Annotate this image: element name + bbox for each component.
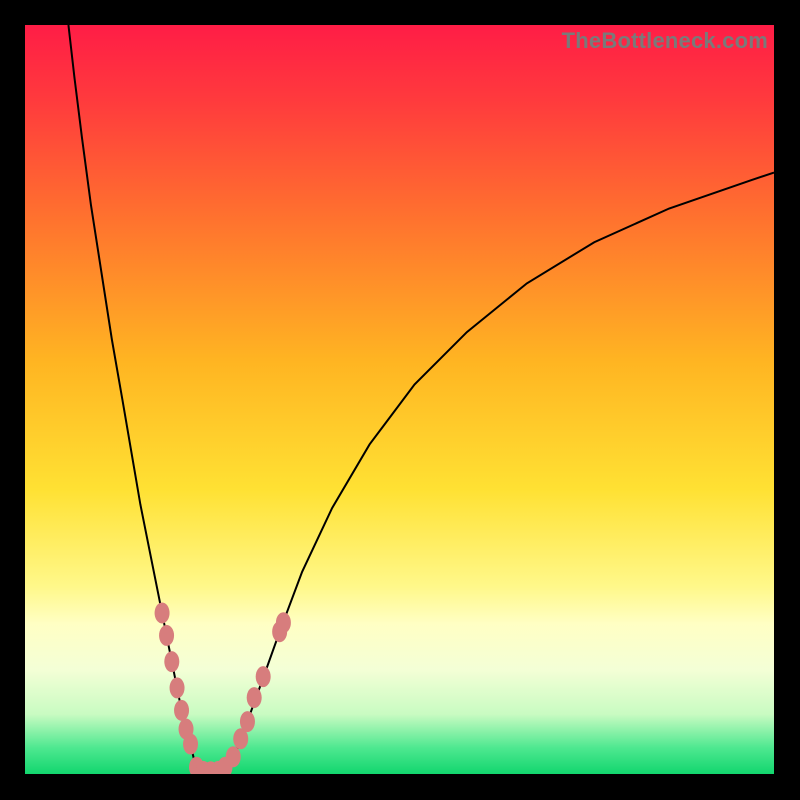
chart-frame: TheBottleneck.com bbox=[0, 0, 800, 800]
gradient-background bbox=[25, 25, 774, 774]
watermark-text: TheBottleneck.com bbox=[562, 28, 768, 54]
plot-area: TheBottleneck.com bbox=[25, 25, 774, 774]
